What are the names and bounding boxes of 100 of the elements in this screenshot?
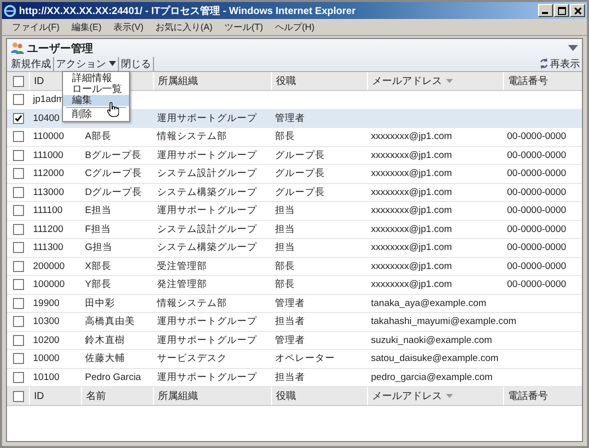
- table-cell: xxxxxxxx@jp1.com: [371, 150, 452, 161]
- table-cell: 10300: [33, 316, 60, 328]
- maximize-button[interactable]: [554, 4, 569, 17]
- table-cell: システム構築グループ: [157, 242, 257, 254]
- collapse-arrow-icon[interactable]: [568, 45, 578, 51]
- column-header[interactable]: 所属組織: [153, 72, 271, 90]
- table-cell: G担当: [85, 242, 112, 254]
- table-cell: xxxxxxxx@jp1.com: [371, 260, 452, 272]
- menu-item[interactable]: ツール(T): [224, 20, 263, 34]
- menu-item[interactable]: 表示(V): [114, 20, 144, 34]
- column-header[interactable]: 電話番号: [503, 387, 582, 405]
- table-cell: 発注管理部: [157, 279, 207, 290]
- table-cell: Y部長: [85, 279, 112, 290]
- checkbox[interactable]: [12, 316, 24, 328]
- checkbox[interactable]: [12, 260, 24, 272]
- checkbox[interactable]: [12, 112, 24, 124]
- checkbox[interactable]: [12, 224, 24, 235]
- menu-item[interactable]: 編集: [63, 95, 129, 106]
- refresh-button[interactable]: 再表示: [539, 56, 580, 70]
- checkbox[interactable]: [12, 205, 24, 216]
- table-row[interactable]: 10000 佐藤大輔 サービスデスク オペレーター satou_daisuke@example.com: [7, 350, 582, 368]
- column-header[interactable]: 電話番号: [503, 72, 582, 90]
- column-label: 所属組織: [158, 390, 198, 403]
- table-row[interactable]: 112000 Cグループ長 システム設計グループ グループ長 xxxxxxxx@jp1.com 00-0000-0000: [7, 165, 582, 184]
- table-cell: グループ長: [275, 168, 325, 180]
- table-row[interactable]: 10300 高橋真由美 運用サポートグループ 担当者 takahashi_mayumi@example.com: [7, 313, 582, 332]
- table-cell: xxxxxxxx@jp1.com: [371, 279, 452, 290]
- table-row[interactable]: 111200 F担当 システム設計グループ 担当 xxxxxxxx@jp1.com 00-0000-0000: [7, 220, 582, 239]
- caret-icon: [109, 61, 116, 66]
- menu-item[interactable]: ファイル(F): [12, 20, 60, 34]
- table-cell: Bグループ長: [85, 150, 142, 161]
- table-cell: 110000: [33, 131, 64, 142]
- menu-item[interactable]: 編集(E): [72, 20, 102, 34]
- checkbox[interactable]: [12, 150, 24, 161]
- table-row[interactable]: 19900 田中彩 情報システム部 管理者 tanaka_aya@example.com: [7, 294, 582, 313]
- table-cell: Cグループ長: [85, 168, 142, 180]
- table-cell: 佐藤大輔: [85, 353, 125, 364]
- checkbox[interactable]: [12, 94, 24, 106]
- table-cell: E担当: [85, 205, 112, 216]
- column-header[interactable]: 所属組織: [153, 387, 271, 405]
- column-header[interactable]: メールアドレス: [367, 72, 503, 90]
- table-cell: 00-0000-0000: [507, 131, 566, 142]
- table-cell: A部長: [85, 131, 112, 142]
- table-cell: 情報システム部: [157, 131, 227, 142]
- column-header[interactable]: 役職: [271, 387, 367, 405]
- table-cell: Dグループ長: [85, 186, 142, 198]
- checkbox[interactable]: [12, 168, 24, 180]
- table-row[interactable]: 110000 A部長 情報システム部 部長 xxxxxxxx@jp1.com 00-0000-0000: [7, 128, 582, 146]
- table-cell: xxxxxxxx@jp1.com: [371, 168, 452, 180]
- sort-arrow-icon[interactable]: [446, 394, 453, 398]
- table-cell: 担当者: [275, 372, 305, 383]
- menu-item[interactable]: 削除: [63, 109, 129, 120]
- checkbox[interactable]: [12, 131, 24, 142]
- table-cell: xxxxxxxx@jp1.com: [371, 186, 452, 198]
- table-cell: 112000: [33, 168, 64, 180]
- table-cell: takahashi_mayumi@example.com: [371, 316, 516, 328]
- column-header[interactable]: 役職: [271, 72, 367, 90]
- column-header[interactable]: ID: [29, 387, 81, 405]
- table-cell: 運用サポートグループ: [157, 334, 257, 346]
- menu-item[interactable]: ヘルプ(H): [275, 20, 314, 34]
- table-row[interactable]: 111000 Bグループ長 運用サポートグループ グループ長 xxxxxxxx@jp1.com 00-0000-0000: [7, 146, 582, 165]
- column-label: 役職: [276, 390, 296, 403]
- checkbox[interactable]: [12, 372, 24, 383]
- checkbox[interactable]: [12, 390, 24, 402]
- table-cell: 00-0000-0000: [507, 224, 566, 235]
- table-cell: 10400: [33, 112, 60, 124]
- table-cell: 担当: [275, 205, 295, 216]
- table-row[interactable]: 10200 鈴木直樹 運用サポートグループ 管理者 suzuki_naoki@example.com: [7, 332, 582, 350]
- menu-item[interactable]: お気に入り(A): [156, 20, 212, 34]
- table-cell: xxxxxxxx@jp1.com: [371, 224, 452, 235]
- column-label: 所属組織: [158, 74, 198, 88]
- close-button[interactable]: [570, 4, 585, 17]
- table-cell: 00-0000-0000: [507, 186, 566, 198]
- column-label: 電話番号: [508, 74, 548, 88]
- table-row[interactable]: 113000 Dグループ長 システム構築グループ グループ長 xxxxxxxx@jp1.com 00-0000-0000: [7, 184, 582, 202]
- table-cell: 10200: [33, 334, 60, 346]
- table-cell: tanaka_aya@example.com: [371, 298, 486, 309]
- checkbox[interactable]: [12, 76, 24, 86]
- minimize-button[interactable]: [538, 4, 553, 17]
- toolbar-button[interactable]: 新規作成: [9, 56, 54, 70]
- table-row[interactable]: 200000 X部長 受注管理部 部長 xxxxxxxx@jp1.com 00-0000-0000: [7, 258, 582, 276]
- table-cell: システム構築グループ: [157, 186, 257, 198]
- checkbox[interactable]: [12, 353, 24, 364]
- sort-arrow-icon[interactable]: [446, 79, 453, 83]
- checkbox[interactable]: [12, 298, 24, 309]
- table-cell: 運用サポートグループ: [157, 316, 257, 328]
- table-cell: 部長: [275, 260, 295, 272]
- checkbox[interactable]: [12, 186, 24, 198]
- checkbox[interactable]: [12, 334, 24, 346]
- table-cell: satou_daisuke@example.com: [371, 353, 498, 364]
- checkbox[interactable]: [12, 242, 24, 254]
- column-header[interactable]: メールアドレス: [367, 387, 503, 405]
- table-row[interactable]: 111300 G担当 システム構築グループ 担当 xxxxxxxx@jp1.com 00-0000-0000: [7, 239, 582, 258]
- column-header[interactable]: 名前: [81, 387, 153, 405]
- checkbox[interactable]: [12, 279, 24, 290]
- table-cell: 10100: [33, 372, 60, 383]
- table-cell: グループ長: [275, 150, 325, 161]
- table-row[interactable]: 111100 E担当 運用サポートグループ 担当 xxxxxxxx@jp1.com 00-0000-0000: [7, 202, 582, 220]
- table-cell: 田中彩: [85, 298, 115, 309]
- table-row[interactable]: 100000 Y部長 発注管理部 部長 xxxxxxxx@jp1.com 00-0000-0000: [7, 276, 582, 294]
